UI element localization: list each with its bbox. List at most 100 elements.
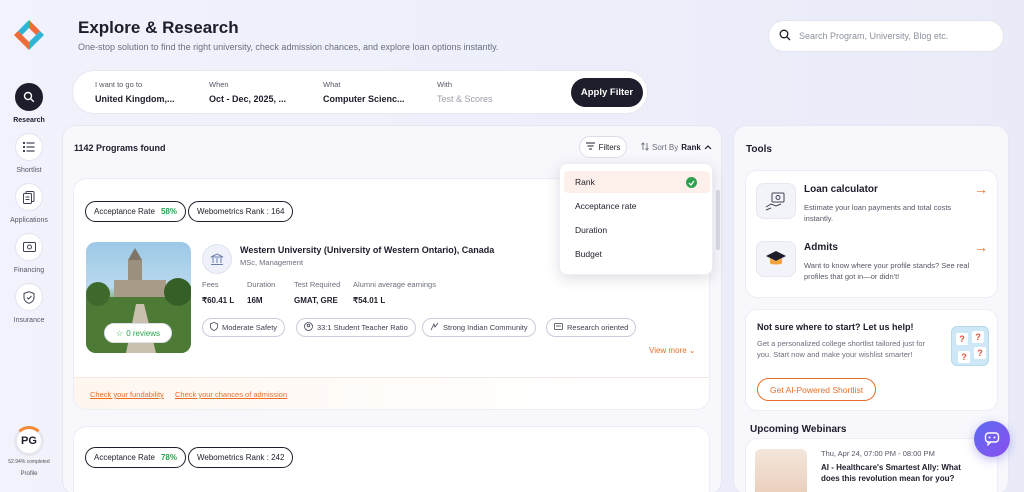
- app-logo[interactable]: [12, 18, 46, 52]
- shortlist-help-card: Not sure where to start? Let us help! Ge…: [745, 309, 998, 411]
- reviews-count: 0 reviews: [126, 328, 160, 338]
- scrollbar[interactable]: [716, 190, 720, 250]
- program-card[interactable]: Acceptance Rate 78% Webometrics Rank : 2…: [73, 426, 710, 492]
- sidebar-item-financing[interactable]: Financing: [0, 233, 58, 274]
- sidebar-item-insurance[interactable]: Insurance: [0, 283, 58, 324]
- sidebar: Research Shortlist Applications Financin…: [0, 0, 58, 492]
- list-icon: [15, 133, 43, 161]
- arrow-right-icon[interactable]: →: [974, 239, 988, 255]
- acceptance-label: Acceptance Rate: [94, 207, 155, 216]
- stat-label: Test Required: [294, 280, 341, 289]
- sort-dropdown: Rank Acceptance rate Duration Budget: [559, 163, 713, 275]
- research-icon: [554, 322, 563, 333]
- tool-desc: Want to know where your profile stands? …: [804, 261, 970, 281]
- tools-title: Tools: [746, 144, 772, 155]
- search-icon: [15, 83, 43, 111]
- check-circle-icon: [686, 177, 697, 188]
- filter-icon: [585, 142, 595, 152]
- stat-fees: Fees ₹60.41 L: [202, 280, 234, 305]
- sort-option-rank[interactable]: Rank: [564, 171, 710, 193]
- stat-label: Fees: [202, 280, 219, 289]
- filter-label: When: [209, 80, 229, 89]
- sort-option-acceptance-rate[interactable]: Acceptance rate: [564, 195, 710, 217]
- reviews-badge[interactable]: ☆ 0 reviews: [104, 323, 172, 343]
- sort-option-duration[interactable]: Duration: [564, 219, 710, 241]
- tool-admits[interactable]: Admits Want to know where your profile s…: [756, 239, 990, 285]
- acceptance-value: 78%: [160, 453, 177, 462]
- filter-value: United Kingdom,...: [95, 94, 175, 104]
- filter-course[interactable]: What Computer Scienc...: [323, 80, 405, 104]
- view-more-label: View more: [649, 346, 687, 355]
- profile-button[interactable]: PG 52.94% completed Profile: [4, 426, 54, 477]
- filter-label: With: [437, 80, 452, 89]
- sort-by-toggle[interactable]: Sort By Rank: [641, 142, 712, 153]
- chevron-down-icon: ⌄: [688, 346, 696, 355]
- stat-earnings: Alumni average earnings ₹54.01 L: [353, 280, 436, 305]
- tool-desc: Estimate your loan payments and total co…: [804, 203, 952, 223]
- search-icon: [779, 29, 791, 44]
- filter-label: I want to go to: [95, 80, 143, 89]
- check-admission-link[interactable]: Check your chances of admission: [175, 390, 287, 399]
- university-image: ☆ 0 reviews: [86, 242, 191, 353]
- shield-icon: [15, 283, 43, 311]
- tag-label: 33:1 Student Teacher Ratio: [317, 323, 408, 332]
- tag-safety: Moderate Safety: [202, 318, 286, 337]
- stat-label: Alumni average earnings: [353, 280, 436, 289]
- sort-prefix: Sort By: [652, 143, 679, 152]
- tag-community: Strong Indian Community: [422, 318, 536, 337]
- chat-assistant-button[interactable]: [974, 421, 1010, 457]
- star-icon: ☆: [116, 328, 124, 338]
- webinar-image: [755, 449, 807, 492]
- handshake-icon: [430, 322, 439, 333]
- chevron-up-icon: [704, 143, 712, 152]
- apply-filter-button[interactable]: Apply Filter: [571, 78, 643, 107]
- tool-loan-calculator[interactable]: Loan calculator Estimate your loan payme…: [756, 181, 990, 227]
- page-title: Explore & Research: [78, 18, 239, 37]
- filter-bar: I want to go to United Kingdom,... When …: [72, 70, 648, 114]
- course-name: MSc, Management: [240, 258, 303, 267]
- webinar-card[interactable]: Thu, Apr 24, 07:00 PM - 08:00 PM AI - He…: [745, 438, 998, 492]
- avatar: PG: [14, 426, 44, 456]
- view-more-link[interactable]: View more ⌄: [649, 346, 696, 355]
- tag-label: Moderate Safety: [222, 323, 278, 332]
- stat-label: Duration: [247, 280, 276, 289]
- university-name[interactable]: Western University (University of Wester…: [240, 245, 494, 255]
- graduation-cap-icon: [756, 241, 796, 277]
- filter-value: Oct - Dec, 2025, ...: [209, 94, 287, 104]
- filter-intake[interactable]: When Oct - Dec, 2025, ...: [209, 80, 286, 104]
- tag-label: Strong Indian Community: [443, 323, 528, 332]
- sort-value: Rank: [681, 143, 701, 152]
- stat-value: 16M: [247, 296, 263, 305]
- search-input[interactable]: [799, 31, 989, 41]
- arrow-right-icon[interactable]: →: [974, 181, 988, 197]
- documents-icon: [15, 183, 43, 211]
- filter-label: What: [323, 80, 341, 89]
- acceptance-label: Acceptance Rate: [94, 453, 155, 462]
- check-fundability-link[interactable]: Check your fundability: [90, 390, 164, 399]
- webometrics-badge: Webometrics Rank : 242: [188, 447, 294, 468]
- sidebar-item-label: Financing: [13, 267, 45, 274]
- programs-count: 1142 Programs found: [74, 143, 166, 153]
- card-footer: Check your fundability Check your chance…: [74, 377, 709, 409]
- webometrics-badge: Webometrics Rank : 164: [188, 201, 294, 222]
- sidebar-item-research[interactable]: Research: [0, 83, 58, 124]
- filters-button[interactable]: Filters: [579, 136, 627, 158]
- stat-value: ₹54.01 L: [353, 296, 386, 305]
- tool-name: Admits: [804, 242, 838, 253]
- money-icon: [15, 233, 43, 261]
- sidebar-item-label: Shortlist: [16, 167, 42, 174]
- tool-name: Loan calculator: [804, 184, 878, 195]
- stat-duration: Duration 16M: [247, 280, 275, 305]
- sidebar-item-applications[interactable]: Applications: [0, 183, 58, 224]
- sort-option-budget[interactable]: Budget: [564, 243, 710, 265]
- help-desc: Get a personalized college shortlist tai…: [757, 339, 926, 359]
- search-bar[interactable]: [768, 20, 1004, 52]
- filter-scores[interactable]: With Test & Scores: [437, 80, 493, 104]
- ai-shortlist-button[interactable]: Get AI-Powered Shortlist: [757, 378, 877, 401]
- university-building-icon: [202, 244, 232, 274]
- sidebar-item-shortlist[interactable]: Shortlist: [0, 133, 58, 174]
- filter-destination[interactable]: I want to go to United Kingdom,...: [95, 80, 175, 104]
- stat-test: Test Required GMAT, GRE: [294, 280, 340, 305]
- profile-label: Profile: [20, 471, 38, 477]
- webinars-title: Upcoming Webinars: [750, 424, 847, 435]
